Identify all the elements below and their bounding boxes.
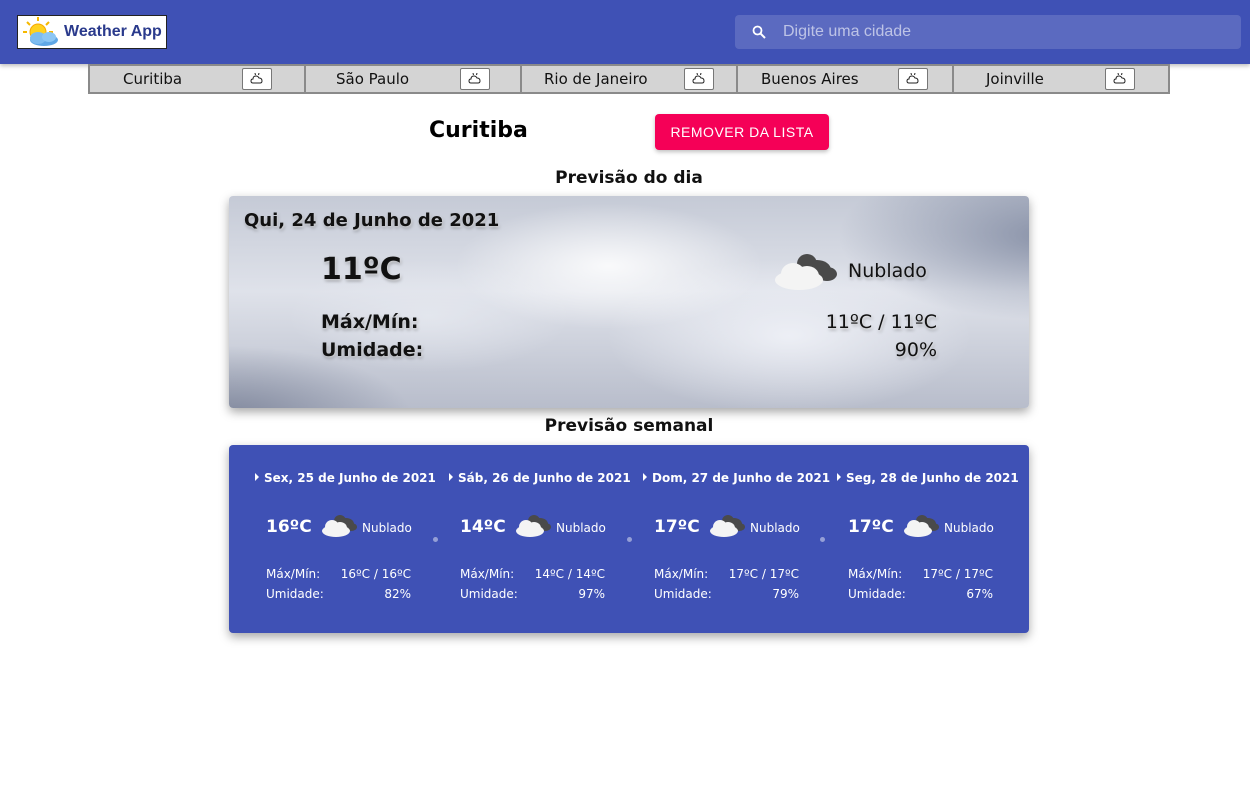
caret-right-icon — [837, 473, 841, 481]
week-day-humidity-label: Umidade: — [848, 587, 906, 601]
today-maxmin-value: 11ºC / 11ºC — [825, 311, 937, 333]
week-day-condition: Nublado — [362, 521, 412, 535]
week-day-toggle[interactable]: Sex, 25 de Junho de 2021 — [255, 471, 436, 485]
city-list: Curitiba São Paulo Rio de Janeiro Buenos… — [88, 64, 1170, 94]
week-day-date: Sáb, 26 de Junho de 2021 — [458, 471, 631, 485]
week-day-card: Seg, 28 de Junho de 2021 17ºC Nublado Má… — [837, 445, 1019, 633]
today-temperature: 11ºC — [321, 252, 402, 287]
cloudy-icon — [516, 515, 551, 537]
week-day-maxmin-label: Máx/Mín: — [654, 567, 709, 581]
selected-city-title: Curitiba — [429, 118, 528, 143]
week-day-humidity-value: 67% — [966, 587, 993, 601]
search-input[interactable] — [783, 23, 1223, 41]
week-day-maxmin-value: 14ºC / 14ºC — [534, 567, 605, 581]
today-forecast-card: Qui, 24 de Junho de 2021 11ºC Nublado Má… — [229, 196, 1029, 408]
city-name: Curitiba — [123, 70, 183, 88]
week-day-maxmin-value: 17ºC / 17ºC — [728, 567, 799, 581]
week-day-temperature: 14ºC — [460, 517, 506, 537]
weather-icon — [250, 73, 263, 84]
city-weather-button[interactable] — [460, 68, 490, 90]
weather-icon — [692, 73, 705, 84]
week-day-humidity-label: Umidade: — [654, 587, 712, 601]
today-humidity-label: Umidade: — [321, 339, 424, 361]
today-date: Qui, 24 de Junho de 2021 — [244, 210, 500, 231]
today-maxmin-label: Máx/Mín: — [321, 311, 419, 333]
week-day-maxmin-value: 17ºC / 17ºC — [922, 567, 993, 581]
today-condition: Nublado — [848, 260, 927, 282]
divider-dot — [627, 537, 632, 542]
sun-cloud-icon — [23, 17, 58, 46]
weather-icon — [906, 73, 919, 84]
week-day-humidity-value: 79% — [772, 587, 799, 601]
search-icon — [735, 15, 783, 49]
cloudy-icon — [322, 515, 357, 537]
city-tab-joinville[interactable]: Joinville — [954, 66, 1168, 92]
week-day-toggle[interactable]: Dom, 27 de Junho de 2021 — [643, 471, 830, 485]
divider-dot — [433, 537, 438, 542]
week-day-card: Sex, 25 de Junho de 2021 16ºC Nublado Má… — [255, 445, 436, 633]
week-day-card: Sáb, 26 de Junho de 2021 14ºC Nublado Má… — [449, 445, 631, 633]
remove-city-button[interactable]: REMOVER DA LISTA — [655, 114, 829, 150]
week-section-title: Previsão semanal — [544, 416, 714, 436]
city-tab-sao-paulo[interactable]: São Paulo — [306, 66, 522, 92]
week-day-toggle[interactable]: Seg, 28 de Junho de 2021 — [837, 471, 1019, 485]
week-day-date: Dom, 27 de Junho de 2021 — [652, 471, 831, 485]
week-day-condition: Nublado — [750, 521, 800, 535]
week-day-humidity-value: 97% — [578, 587, 605, 601]
city-weather-button[interactable] — [1105, 68, 1135, 90]
city-tab-rio-de-janeiro[interactable]: Rio de Janeiro — [522, 66, 738, 92]
cloudy-icon — [710, 515, 745, 537]
week-day-temperature: 16ºC — [266, 517, 312, 537]
app-bar: Weather App — [0, 0, 1250, 64]
divider-dot — [820, 537, 825, 542]
weather-icon — [468, 73, 481, 84]
weekly-forecast-card: Sex, 25 de Junho de 2021 16ºC Nublado Má… — [229, 445, 1029, 633]
weather-icon — [1113, 73, 1126, 84]
caret-right-icon — [449, 473, 453, 481]
caret-right-icon — [643, 473, 647, 481]
week-day-humidity-label: Umidade: — [266, 587, 324, 601]
city-weather-button[interactable] — [684, 68, 714, 90]
week-day-condition: Nublado — [944, 521, 994, 535]
week-day-condition: Nublado — [556, 521, 606, 535]
search-box[interactable] — [735, 15, 1241, 49]
caret-right-icon — [255, 473, 259, 481]
week-day-maxmin-value: 16ºC / 16ºC — [340, 567, 411, 581]
app-logo[interactable]: Weather App — [17, 15, 167, 49]
week-day-date: Sex, 25 de Junho de 2021 — [264, 471, 436, 485]
city-name: São Paulo — [336, 70, 410, 88]
week-day-maxmin-label: Máx/Mín: — [266, 567, 321, 581]
week-day-temperature: 17ºC — [654, 517, 700, 537]
city-tab-curitiba[interactable]: Curitiba — [90, 66, 306, 92]
cloudy-icon — [904, 515, 939, 537]
week-day-maxmin-label: Máx/Mín: — [460, 567, 515, 581]
week-day-date: Seg, 28 de Junho de 2021 — [846, 471, 1019, 485]
city-weather-button[interactable] — [242, 68, 272, 90]
cloudy-icon — [775, 254, 837, 290]
app-title: Weather App — [64, 23, 162, 40]
today-section-title: Previsão do dia — [555, 168, 703, 188]
city-tab-buenos-aires[interactable]: Buenos Aires — [738, 66, 954, 92]
week-day-toggle[interactable]: Sáb, 26 de Junho de 2021 — [449, 471, 631, 485]
week-day-humidity-label: Umidade: — [460, 587, 518, 601]
today-humidity-value: 90% — [894, 339, 937, 361]
week-day-maxmin-label: Máx/Mín: — [848, 567, 903, 581]
week-day-temperature: 17ºC — [848, 517, 894, 537]
week-day-card: Dom, 27 de Junho de 2021 17ºC Nublado Má… — [643, 445, 830, 633]
city-weather-button[interactable] — [898, 68, 928, 90]
city-name: Joinville — [986, 70, 1044, 88]
city-name: Buenos Aires — [761, 70, 859, 88]
city-name: Rio de Janeiro — [544, 70, 648, 88]
week-day-humidity-value: 82% — [384, 587, 411, 601]
